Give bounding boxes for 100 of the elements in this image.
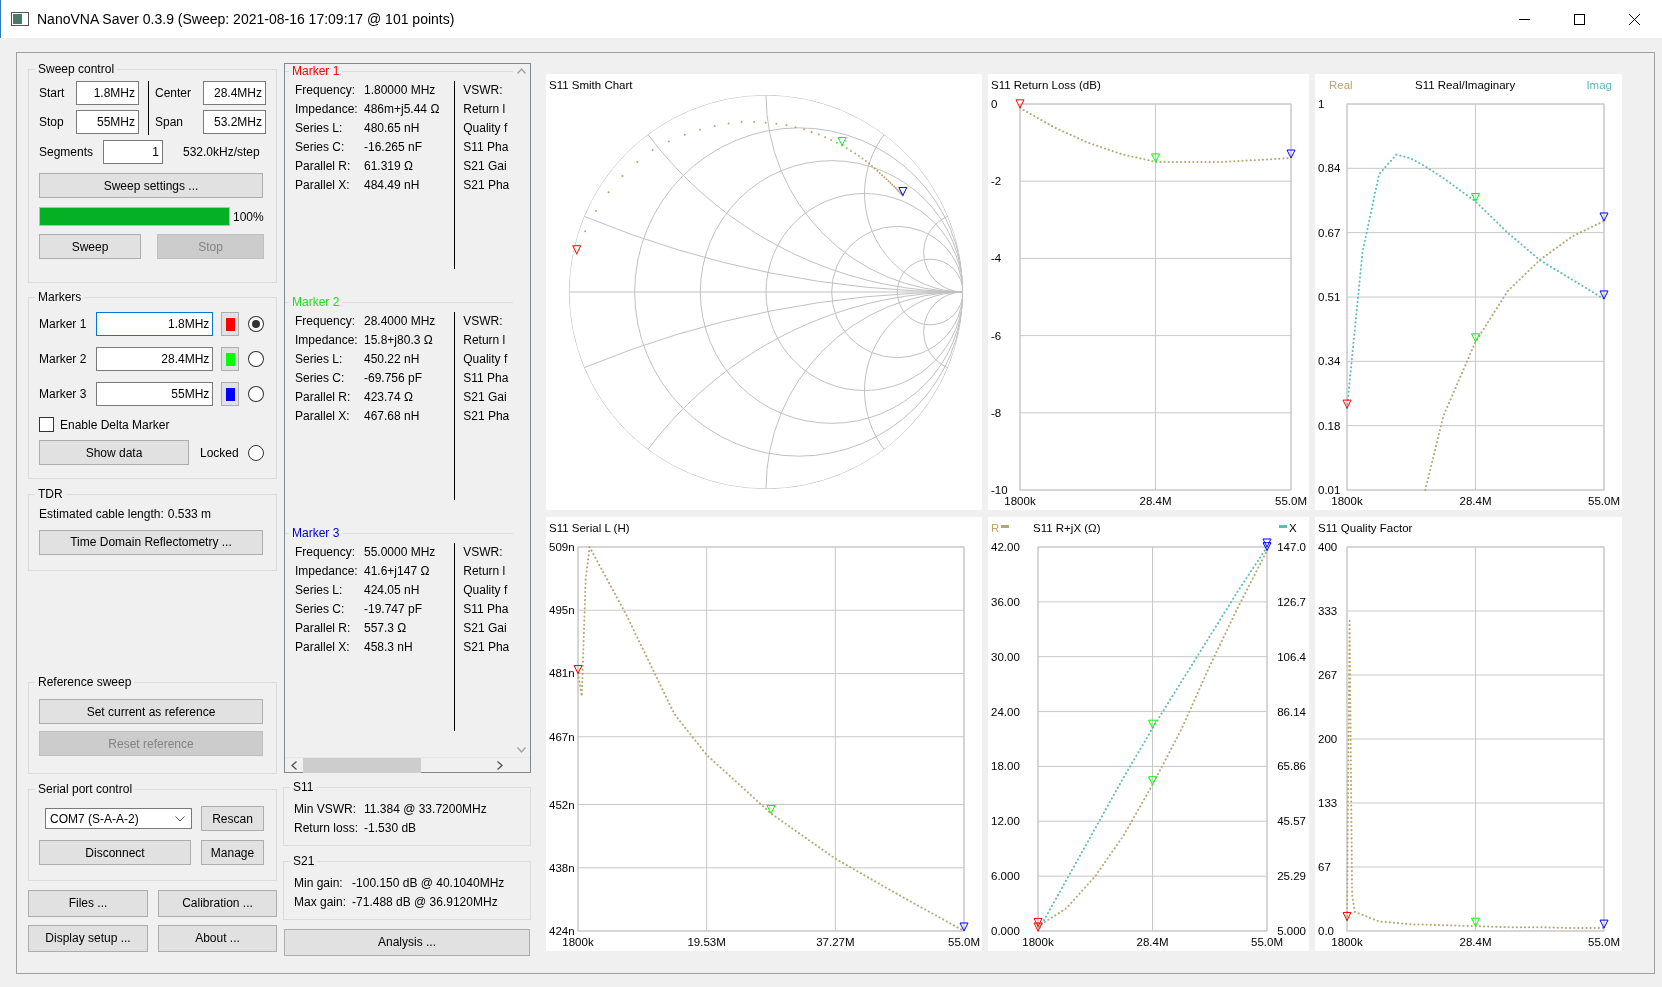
data-label: Parallel R: [295, 389, 352, 407]
marker-icon [1599, 919, 1609, 929]
axis-label: 333 [1318, 605, 1338, 617]
footer-button[interactable]: Calibration ... [158, 890, 277, 917]
axis-label: 0.01 [1318, 484, 1341, 496]
axis-label: 0.34 [1318, 355, 1341, 368]
radio-button[interactable] [248, 386, 264, 403]
field-label: Center [155, 86, 193, 101]
radio-button[interactable] [247, 444, 264, 461]
axis-label: 36.00 [991, 595, 1020, 608]
disconnect-button[interactable]: Disconnect [39, 840, 191, 866]
summary-value: -71.488 dB @ 36.9120MHz [352, 894, 499, 912]
axis-label: 424n [549, 925, 575, 937]
tdr-button[interactable]: Time Domain Reflectometry ... [39, 529, 263, 555]
axis-label: 0.0 [1318, 925, 1334, 937]
marker-color-button[interactable] [221, 312, 240, 337]
checkbox[interactable] [39, 417, 54, 433]
marker-icon [1033, 917, 1043, 927]
group-title: Sweep control [37, 62, 116, 77]
footer-button[interactable]: About ... [158, 925, 277, 952]
text-field[interactable]: 1 [103, 140, 163, 165]
port-select-value: COM7 (S-A-A-2) [50, 811, 139, 827]
marker-label: Marker 2 [39, 352, 88, 367]
marker-frequency-field[interactable]: 55MHz [96, 382, 214, 407]
progress-reading: 100% [233, 209, 264, 225]
chevron-right-icon [497, 761, 503, 770]
marker-frequency-field[interactable]: 1.8MHz [96, 312, 214, 337]
axis-label: 55.0M [1588, 495, 1620, 507]
marker-icon [1599, 212, 1609, 222]
manage-button[interactable]: Manage [201, 840, 264, 866]
axis-label: -10 [991, 484, 1008, 496]
axis-label: -6 [991, 329, 1002, 342]
axis-label: 200 [1318, 733, 1338, 745]
text-field[interactable]: 53.2MHz [203, 110, 266, 135]
axis-label: 267 [1318, 669, 1338, 681]
data-label: Impedance: [295, 332, 359, 350]
axis-label: 1800k [1331, 936, 1363, 948]
footer-button[interactable]: Display setup ... [28, 925, 148, 952]
rescan-button[interactable]: Rescan [201, 806, 264, 832]
analysis-button[interactable]: Analysis ... [284, 929, 530, 956]
radio-button[interactable] [248, 351, 264, 368]
marker-label: Marker 1 [39, 317, 88, 332]
marker-icon [1342, 399, 1352, 409]
data-label: VSWR: [463, 83, 503, 98]
marker-icon [1262, 542, 1272, 552]
group-title: Serial port control [37, 782, 134, 797]
marker-title: Marker 3 [291, 526, 341, 541]
data-value: 61.319 Ω [364, 158, 414, 176]
radio-button[interactable] [248, 316, 264, 333]
data-label: Return l [463, 333, 506, 348]
horizontal-scrollbar[interactable] [285, 757, 530, 773]
group-title: Markers [37, 290, 83, 305]
app-icon [11, 12, 29, 26]
axis-label: 42.00 [991, 541, 1020, 553]
marker-frequency-field[interactable]: 28.4MHz [96, 347, 214, 372]
axis-label: 126.7 [1277, 595, 1306, 608]
axis-label: 37.27M [816, 936, 855, 948]
marker-color-button[interactable] [221, 382, 240, 407]
data-value: 15.8+j80.3 Ω [364, 332, 434, 350]
data-label: S11 Pha [463, 371, 509, 386]
data-label: S21 Pha [463, 178, 510, 193]
port-select[interactable]: COM7 (S-A-A-2) [45, 808, 192, 830]
marker-icon [1151, 153, 1160, 163]
reference-button[interactable]: Set current as reference [39, 699, 263, 725]
show-data-button[interactable]: Show data [39, 440, 189, 466]
data-value: -19.747 pF [364, 601, 424, 619]
sweep-button[interactable]: Sweep [39, 234, 141, 260]
axis-label: 1800k [1331, 495, 1363, 507]
marker-icon [1148, 719, 1157, 729]
data-label: Impedance: [295, 101, 359, 119]
legend-label: Imag [1586, 79, 1612, 91]
text-field[interactable]: 55MHz [76, 110, 139, 135]
chevron-up-icon [517, 68, 526, 74]
window-title: NanoVNA Saver 0.3.9 (Sweep: 2021-08-16 17:09:17 @ 101 points) [37, 10, 456, 28]
locked-label: Locked [200, 445, 239, 461]
group-title: S11 [292, 780, 315, 795]
minimize-icon [1519, 18, 1530, 20]
marker-icon [1471, 192, 1480, 202]
checkbox-label: Enable Delta Marker [60, 417, 170, 433]
data-value: 480.65 nH [364, 120, 421, 138]
text-field[interactable]: 1.8MHz [76, 81, 139, 106]
text-field[interactable]: 28.4MHz [203, 81, 266, 106]
sweep-settings-button[interactable]: Sweep settings ... [39, 173, 263, 199]
data-label: VSWR: [463, 314, 503, 329]
marker-color-button[interactable] [221, 347, 240, 372]
data-value: 450.22 nH [364, 351, 421, 369]
axis-label: 67 [1318, 861, 1331, 873]
axis-label: 0 [991, 98, 998, 110]
axis-label: -2 [991, 175, 1002, 188]
axis-label: 452n [549, 798, 575, 811]
data-label: Quality f [463, 352, 508, 367]
footer-button[interactable]: Files ... [28, 890, 148, 917]
axis-label: 481n [549, 667, 575, 680]
axis-label: 147.0 [1277, 541, 1306, 553]
axis-label: 55.0M [1251, 936, 1283, 948]
axis-label: 6.000 [991, 870, 1020, 883]
chart-title: S11 Return Loss (dB) [991, 79, 1101, 91]
axis-label: 28.4M [1136, 936, 1169, 948]
data-value: 467.68 nH [364, 408, 421, 426]
data-value: 41.6+j147 Ω [364, 563, 431, 581]
